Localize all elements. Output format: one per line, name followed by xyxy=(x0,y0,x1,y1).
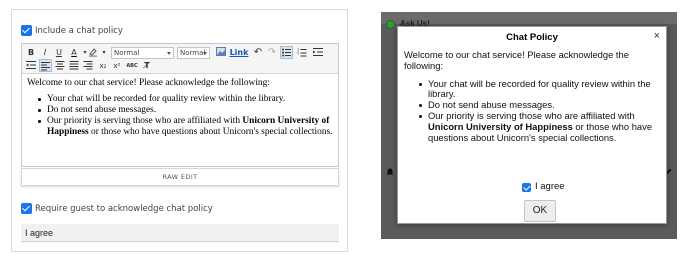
modal-policy-list: Your chat will be recorded for quality r… xyxy=(404,78,660,144)
require-ack-label: Require guest to acknowledge chat policy xyxy=(35,204,213,214)
superscript-button[interactable]: x² xyxy=(111,60,123,72)
policy-list: Your chat will be recorded for quality r… xyxy=(27,94,333,138)
modal-policy-text: Welcome to our chat service! Please ackn… xyxy=(404,49,660,144)
online-status-icon xyxy=(386,20,395,29)
highlight-dropdown-icon[interactable]: ▾ xyxy=(98,47,110,59)
format-select[interactable]: Normal xyxy=(111,47,174,59)
chat-widget: Ask Us! Chat Policy × Welcome to our cha… xyxy=(381,12,677,239)
modal-priority-prefix: Our priority is serving those who are af… xyxy=(428,109,635,121)
policy-item-recorded: Your chat will be recorded for quality r… xyxy=(38,94,333,105)
modal-policy-item-recorded: Your chat will be recorded for quality r… xyxy=(419,78,660,101)
policy-item-priority: Our priority is serving those who are af… xyxy=(38,116,333,138)
align-justify-icon[interactable] xyxy=(68,60,80,72)
modal-policy-intro: Welcome to our chat service! Please ackn… xyxy=(404,49,629,71)
align-center-icon[interactable] xyxy=(54,60,66,72)
policy-item-abuse: Do not send abuse messages. xyxy=(38,105,333,116)
bulleted-list-icon[interactable] xyxy=(280,46,293,59)
underline-button[interactable]: U xyxy=(53,47,65,59)
modal-priority-institution: Unicorn University of Happiness xyxy=(428,120,573,132)
chat-policy-modal: Chat Policy × Welcome to our chat servic… xyxy=(397,26,667,224)
link-button[interactable]: Link xyxy=(229,47,249,59)
agree-checkbox-label: I agree xyxy=(535,181,565,192)
chat-policy-settings-panel: Include a chat policy B I U A ▾ ▾ Normal… xyxy=(11,9,348,252)
include-policy-checkbox[interactable] xyxy=(21,25,32,36)
align-left-icon[interactable] xyxy=(39,59,52,72)
priority-prefix: Our priority is serving those who are af… xyxy=(47,116,243,126)
rich-text-editor[interactable]: B I U A ▾ ▾ Normal Normal Link ↶ ↷ 1 2 x… xyxy=(21,43,339,167)
outdent-icon[interactable] xyxy=(25,60,37,72)
format-select-value: Normal xyxy=(114,49,140,57)
font-size-select-value: Normal xyxy=(180,49,206,57)
subscript-button[interactable]: x₂ xyxy=(97,60,109,72)
ok-button[interactable]: OK xyxy=(524,200,556,222)
font-size-select[interactable]: Normal xyxy=(177,47,210,59)
agree-text-input[interactable]: I agree xyxy=(21,224,339,242)
editor-toolbar: B I U A ▾ ▾ Normal Normal Link ↶ ↷ 1 2 x… xyxy=(22,44,338,74)
clear-format-button[interactable]: T̸ xyxy=(141,60,153,72)
priority-suffix: or those who have questions about Unicor… xyxy=(88,127,333,137)
editor-content[interactable]: Welcome to our chat service! Please ackn… xyxy=(27,78,333,138)
policy-intro: Welcome to our chat service! Please ackn… xyxy=(27,78,270,88)
modal-title: Chat Policy xyxy=(506,32,558,43)
undo-icon[interactable]: ↶ xyxy=(252,47,264,59)
require-ack-checkbox[interactable] xyxy=(21,203,32,214)
spellcheck-button[interactable]: ABC xyxy=(125,60,139,72)
numbered-list-icon[interactable]: 12 xyxy=(296,47,308,59)
modal-policy-item-priority: Our priority is serving those who are af… xyxy=(419,109,660,143)
align-right-icon[interactable] xyxy=(82,60,94,72)
image-icon[interactable] xyxy=(215,47,227,59)
close-icon[interactable]: × xyxy=(654,31,660,42)
include-policy-label: Include a chat policy xyxy=(35,26,123,36)
bold-button[interactable]: B xyxy=(25,47,37,59)
redo-icon[interactable]: ↷ xyxy=(266,47,278,59)
indent-icon[interactable] xyxy=(312,47,324,59)
svg-text:2: 2 xyxy=(297,51,299,55)
agree-checkbox[interactable] xyxy=(522,183,531,192)
bell-icon[interactable] xyxy=(386,168,394,176)
raw-edit-button[interactable]: RAW EDIT xyxy=(21,168,339,186)
italic-button[interactable]: I xyxy=(39,47,51,59)
